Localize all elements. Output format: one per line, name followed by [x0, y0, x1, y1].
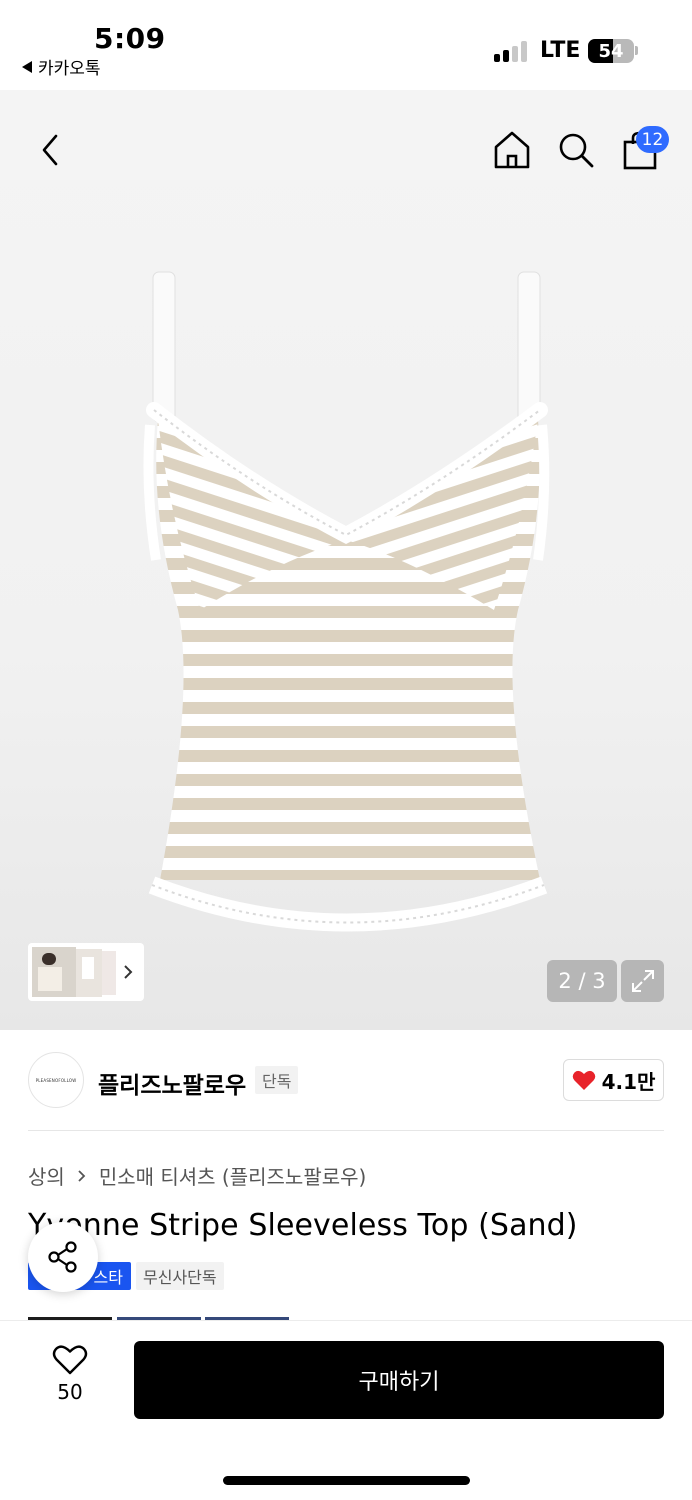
- expand-icon: [631, 970, 654, 992]
- share-icon: [48, 1241, 77, 1273]
- wishlist-count: 50: [57, 1380, 83, 1404]
- battery-tip: [635, 46, 638, 55]
- heart-outline-icon: [52, 1345, 88, 1375]
- product-title: Yvonne Stripe Sleeveless Top (Sand): [28, 1208, 578, 1243]
- back-button[interactable]: [30, 128, 70, 172]
- product-image-gallery[interactable]: [0, 90, 692, 1030]
- thumbnail-strip[interactable]: [28, 943, 144, 1001]
- brand-logo[interactable]: PLEASENOFOLLOW: [28, 1052, 84, 1108]
- back-to-app-link[interactable]: 카카오톡: [22, 54, 101, 79]
- battery-level: 54: [598, 40, 624, 62]
- cart-count-badge: 12: [636, 126, 669, 153]
- brand-name[interactable]: 플리즈노팔로우: [98, 1066, 246, 1100]
- back-triangle-icon: [22, 60, 32, 73]
- brand-exclusive-tag: 단독: [255, 1066, 299, 1094]
- back-app-label: 카카오톡: [38, 59, 101, 79]
- home-indicator: [223, 1476, 470, 1485]
- chevron-right-icon: [78, 1169, 86, 1182]
- image-page-counter: 2 / 3: [547, 960, 617, 1002]
- home-icon: [494, 131, 530, 169]
- battery-icon: 54: [588, 39, 634, 63]
- brand-logo-text: PLEASENOFOLLOW: [35, 1077, 77, 1083]
- search-icon: [559, 133, 594, 168]
- home-button[interactable]: [490, 128, 534, 172]
- wishlist-button[interactable]: 50: [40, 1344, 100, 1404]
- network-type: LTE: [540, 38, 581, 63]
- signal-strength-icon: [494, 40, 528, 62]
- breadcrumb-item[interactable]: 상의: [28, 1161, 65, 1190]
- status-time: 5:09: [94, 22, 166, 55]
- brand-like-button[interactable]: 4.1만: [563, 1059, 664, 1101]
- chevron-right-icon: [124, 965, 133, 979]
- share-button[interactable]: [28, 1222, 98, 1292]
- breadcrumb-item[interactable]: 민소매 티셔츠 (플리즈노팔로우): [99, 1161, 367, 1190]
- product-badge: 무신사단독: [136, 1262, 224, 1290]
- product-image: [143, 271, 550, 932]
- buy-button[interactable]: 구매하기: [134, 1341, 664, 1419]
- breadcrumb: 상의 민소매 티셔츠 (플리즈노팔로우): [28, 1161, 366, 1190]
- expand-image-button[interactable]: [621, 960, 664, 1002]
- divider: [28, 1130, 664, 1131]
- brand-like-count: 4.1만: [601, 1069, 656, 1094]
- search-button[interactable]: [554, 128, 598, 172]
- heart-filled-icon: [572, 1070, 595, 1090]
- chevron-left-icon: [42, 134, 58, 166]
